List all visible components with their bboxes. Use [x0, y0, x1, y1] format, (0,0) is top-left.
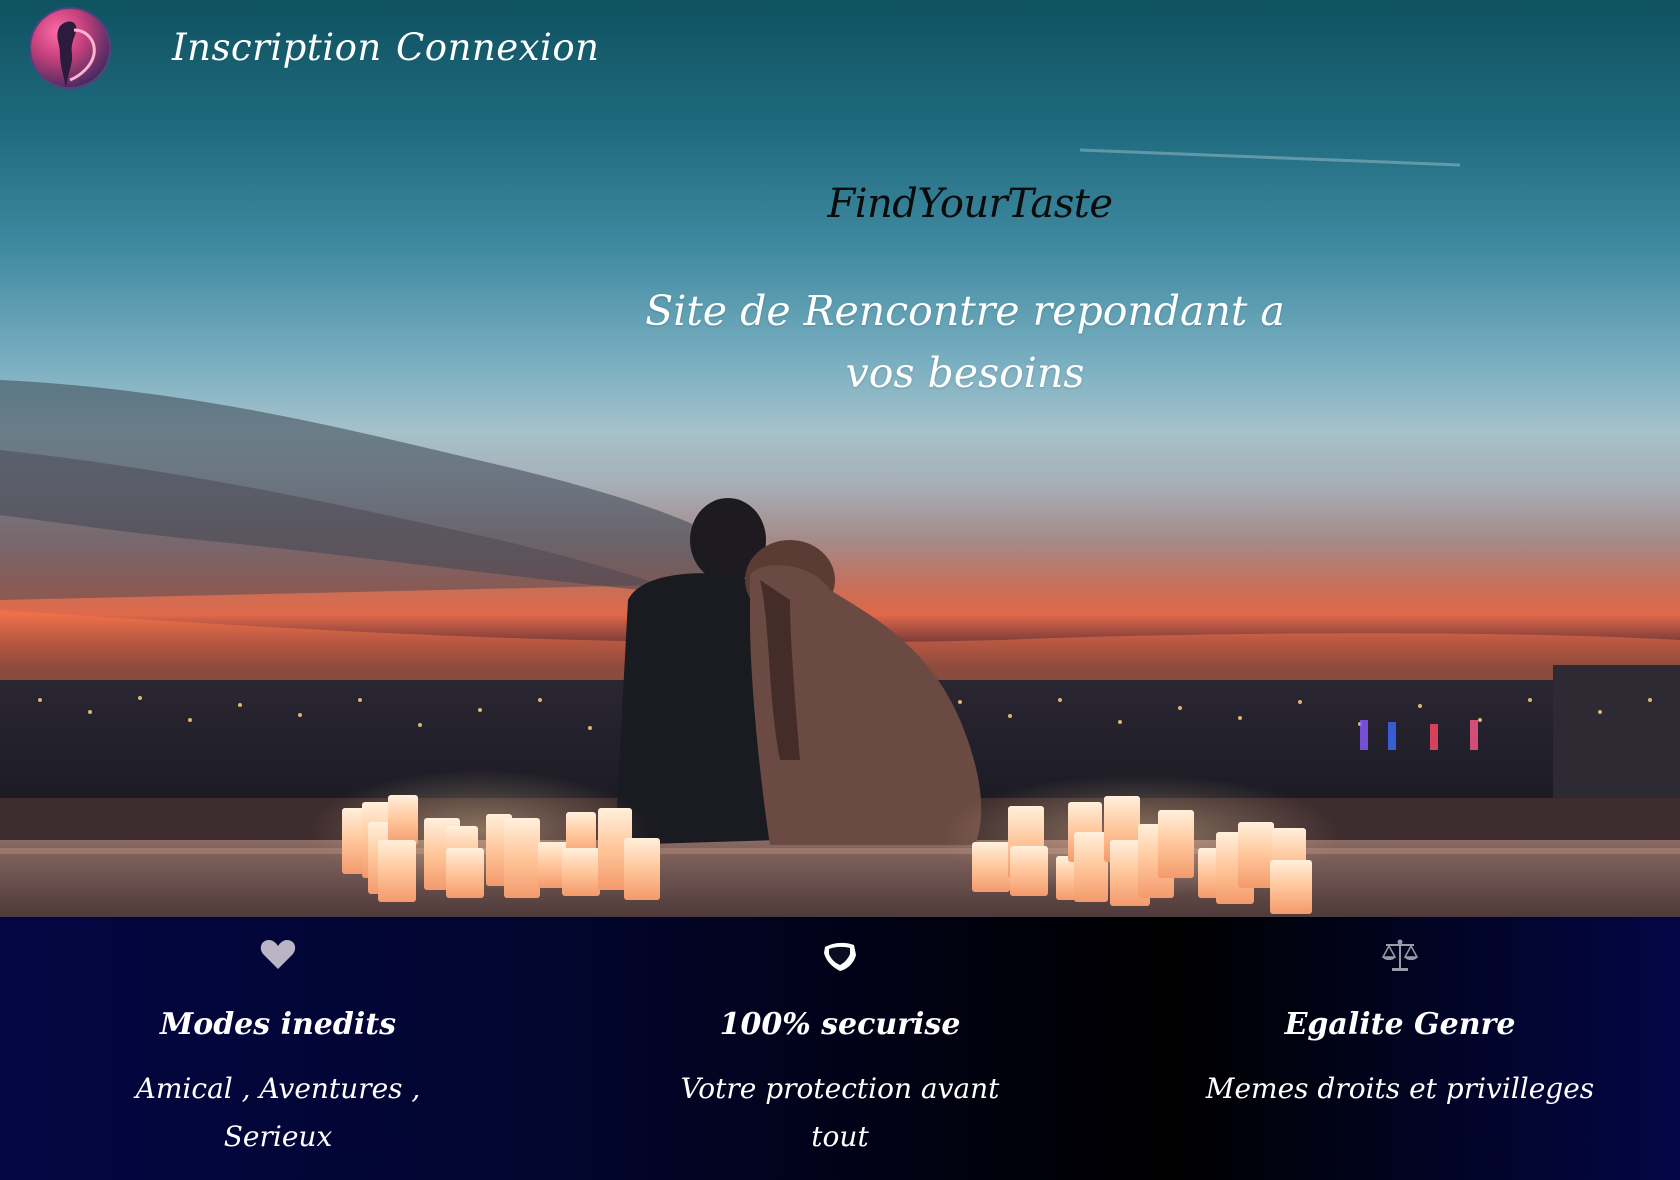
nav-connexion-link[interactable]: Connexion [396, 22, 599, 74]
features-section: Modes inedits Amical , Aventures , Serie… [0, 917, 1680, 1180]
nav-inscription-link[interactable]: Inscription [172, 22, 382, 74]
hero-background-photo [0, 148, 1680, 917]
feature-title: Modes inedits [159, 1007, 397, 1042]
shield-icon [824, 942, 856, 971]
brand-title: FindYourTaste [827, 181, 1113, 227]
feature-description: Votre protection avant tout [680, 1072, 1000, 1153]
feature-description: Amical , Aventures , Serieux [135, 1072, 421, 1153]
heart-icon [260, 940, 296, 969]
landing-page: Inscription Connexion FindYourTaste Site… [0, 0, 1680, 1180]
feature-title: 100% securise [719, 1007, 961, 1042]
hero-tagline: Site de Rencontre repondant a vos besoin… [645, 287, 1285, 397]
feature-title: Egalite Genre [1284, 1007, 1516, 1042]
hero-section: Inscription Connexion FindYourTaste Site… [0, 0, 1680, 917]
site-logo[interactable] [30, 6, 116, 92]
balance-scale-icon [1381, 939, 1419, 971]
feature-description: Memes droits et privilleges [1205, 1072, 1595, 1105]
